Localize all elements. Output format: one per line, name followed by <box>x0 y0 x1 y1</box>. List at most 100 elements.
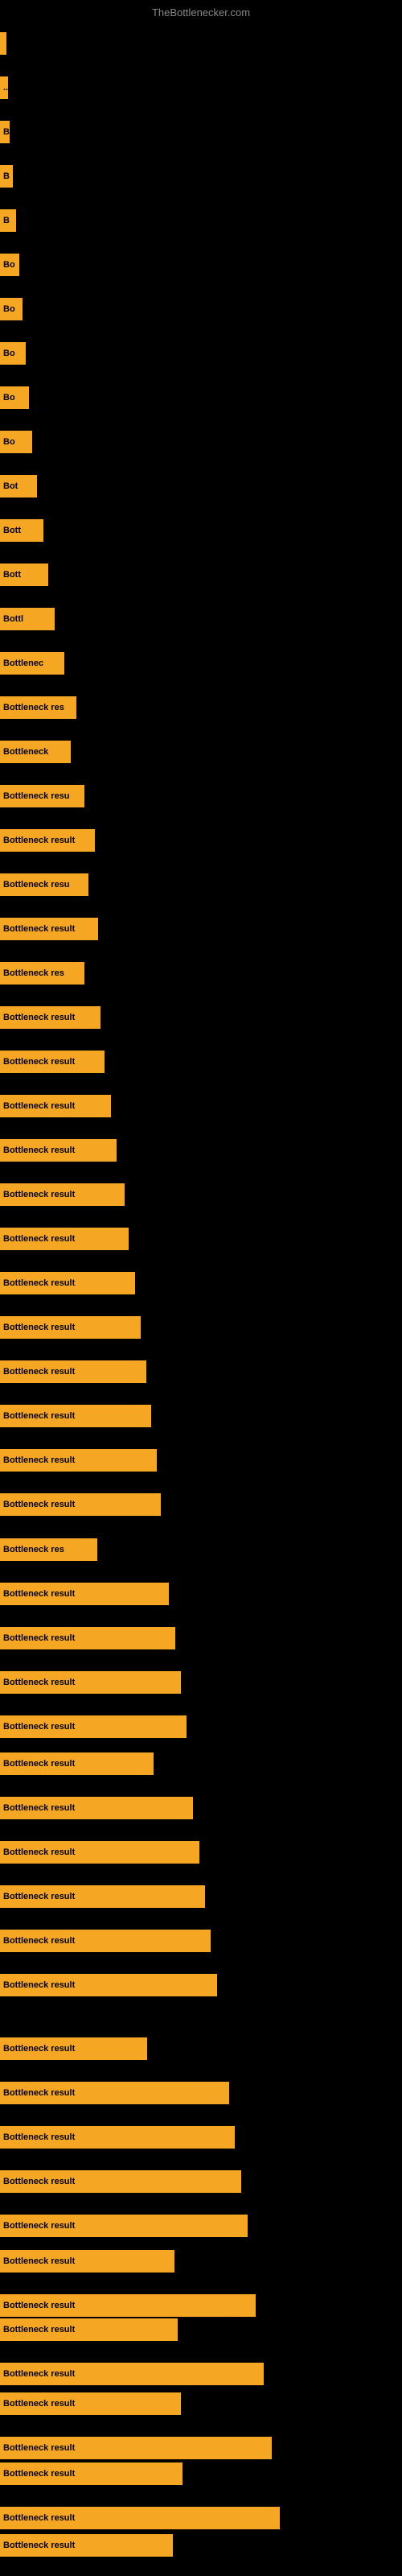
bar-item: Bottleneck <box>0 741 71 763</box>
bar-item: Bottleneck result <box>0 1228 129 1250</box>
bar-item: Bo <box>0 254 19 276</box>
bar: Bottleneck result <box>0 2363 264 2385</box>
bar: Bottleneck result <box>0 2126 235 2149</box>
bar-item: Bottleneck result <box>0 2437 272 2459</box>
bar-item: Bottleneck result <box>0 1139 117 1162</box>
bar-item: Bottleneck result <box>0 1627 175 1649</box>
bar-item: Bottleneck result <box>0 1183 125 1206</box>
bar-item: Bottleneck res <box>0 1538 97 1561</box>
bar: Bottleneck result <box>0 1627 175 1649</box>
bar-item: Bottleneck result <box>0 1974 217 1996</box>
bar: Bottlenec <box>0 652 64 675</box>
bar: Bottleneck result <box>0 2462 183 2485</box>
bar: B <box>0 209 16 232</box>
bar-item: B <box>0 121 10 143</box>
bar: Bottleneck result <box>0 829 95 852</box>
bar-item: Bottleneck res <box>0 696 76 719</box>
bar: Bottleneck result <box>0 1139 117 1162</box>
bar-item: Bottleneck result <box>0 1583 169 1605</box>
bar-item: Bottleneck result <box>0 1006 100 1029</box>
bar-item: Bottleneck result <box>0 2082 229 2104</box>
bar: Bottleneck result <box>0 1006 100 1029</box>
bar-item: Bottleneck result <box>0 1671 181 1694</box>
bar: Bottleneck result <box>0 2294 256 2317</box>
bar-item: Bo <box>0 342 26 365</box>
bar-item: Bottleneck resu <box>0 873 88 896</box>
bar: Bottleneck result <box>0 918 98 940</box>
bar-item: Bottleneck result <box>0 1752 154 1775</box>
bar-item: Bottleneck result <box>0 1051 105 1073</box>
bar-item: Bottleneck result <box>0 2507 280 2529</box>
bar: Bott <box>0 519 43 542</box>
bar: Bottleneck result <box>0 1583 169 1605</box>
bar-item: Bottleneck result <box>0 2294 256 2317</box>
bar: Bottleneck result <box>0 1316 141 1339</box>
bar: Bottleneck <box>0 741 71 763</box>
bar: Bottleneck result <box>0 1715 187 1738</box>
bar-item: Bottleneck result <box>0 1405 151 1427</box>
bar-item: Bottleneck result <box>0 2037 147 2060</box>
bar: Bottleneck result <box>0 1228 129 1250</box>
bar: Bottleneck result <box>0 1449 157 1472</box>
bar-item: Bottleneck result <box>0 2318 178 2341</box>
bar-item: Bottl <box>0 608 55 630</box>
bar: Bo <box>0 298 23 320</box>
bar-item: Bottleneck result <box>0 2462 183 2485</box>
bar-item: Bottleneck result <box>0 1095 111 1117</box>
bar: Bottleneck result <box>0 1797 193 1819</box>
bar: Bottleneck result <box>0 1405 151 1427</box>
bar: B <box>0 165 13 188</box>
bar-item: Bottleneck result <box>0 2170 241 2193</box>
bar-item: Bo <box>0 298 23 320</box>
bar: Bottleneck result <box>0 2392 181 2415</box>
bar-item: Bottleneck result <box>0 1360 146 1383</box>
bar: Bottleneck result <box>0 1671 181 1694</box>
bar: Bo <box>0 431 32 453</box>
bar-item: Bottleneck result <box>0 1272 135 1294</box>
bar-item: Bottleneck resu <box>0 785 84 807</box>
bar <box>0 32 6 55</box>
bar-item: Bottleneck result <box>0 829 95 852</box>
bar: Bottleneck result <box>0 1974 217 1996</box>
bar-item: Bottleneck result <box>0 2363 264 2385</box>
bar: B <box>0 121 10 143</box>
bar: Bottleneck result <box>0 2318 178 2341</box>
bar: Bottleneck result <box>0 2170 241 2193</box>
bar: Bottleneck result <box>0 2534 173 2557</box>
bar-item: Bottleneck result <box>0 1797 193 1819</box>
bar: Bo <box>0 386 29 409</box>
bar: Bottleneck result <box>0 2507 280 2529</box>
bar-item: Bottleneck result <box>0 2215 248 2237</box>
bar-item: Bottleneck result <box>0 1885 205 1908</box>
bar-item: Bo <box>0 386 29 409</box>
bar-item: Bottleneck result <box>0 2534 173 2557</box>
bar-item: Bottleneck result <box>0 1493 161 1516</box>
bar: Bottleneck result <box>0 1360 146 1383</box>
bar-item: Bottleneck result <box>0 1316 141 1339</box>
bar: Bottleneck result <box>0 1752 154 1775</box>
bar-item: Bottleneck res <box>0 962 84 985</box>
bar-item: B <box>0 165 13 188</box>
bar-item: Bot <box>0 475 37 497</box>
bar: Bottleneck result <box>0 2250 174 2273</box>
bar-item: Bottleneck result <box>0 1930 211 1952</box>
bar: Bottleneck result <box>0 2215 248 2237</box>
bar: Bo <box>0 342 26 365</box>
bar: Bottleneck result <box>0 2037 147 2060</box>
bar: Bottleneck result <box>0 1183 125 1206</box>
bar: Bot <box>0 475 37 497</box>
bar: Bottleneck resu <box>0 785 84 807</box>
bar: Bottleneck result <box>0 1841 199 1864</box>
bar-item <box>0 32 6 55</box>
bar: Bottleneck res <box>0 696 76 719</box>
bar-item: Bo <box>0 431 32 453</box>
bar: Bottleneck result <box>0 1051 105 1073</box>
bar-item: Bottleneck result <box>0 2126 235 2149</box>
bar-item: ... <box>0 76 8 99</box>
bar: Bottleneck result <box>0 1885 205 1908</box>
bar-item: Bottleneck result <box>0 2250 174 2273</box>
bar-item: Bottleneck result <box>0 1449 157 1472</box>
bar: Bo <box>0 254 19 276</box>
bar: Bottleneck result <box>0 1930 211 1952</box>
bar: Bottleneck result <box>0 1095 111 1117</box>
